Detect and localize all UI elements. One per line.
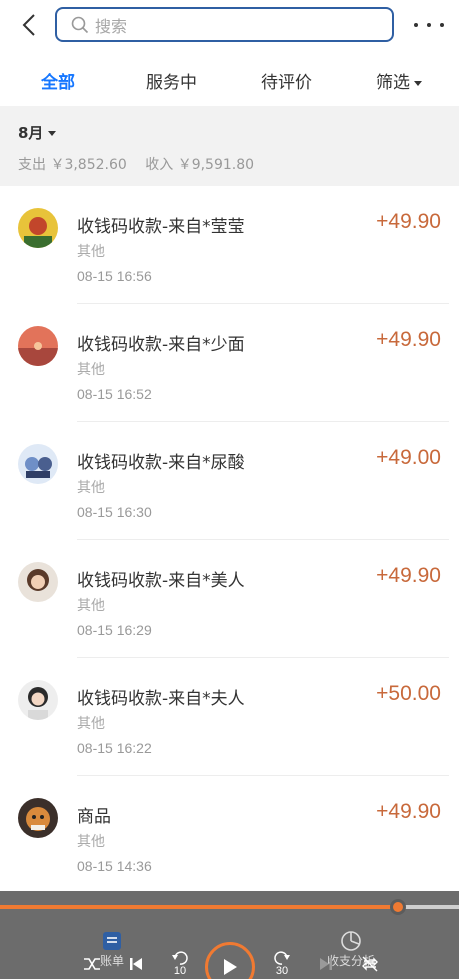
transaction-title: 收钱码收款-来自*夫人 (77, 689, 245, 709)
expense-total: 支出 ￥3,852.60 (18, 157, 127, 173)
transaction-time: 08-15 16:56 (77, 268, 152, 284)
transaction-amount: +49.90 (376, 564, 441, 587)
caret-down-icon (414, 80, 422, 86)
more-button[interactable] (414, 14, 444, 36)
transaction-amount: +50.00 (376, 682, 441, 705)
transaction-time: 08-15 16:52 (77, 386, 152, 402)
playback-progress-bar[interactable] (0, 899, 459, 915)
transaction-category: 其他 (77, 716, 105, 732)
tab-all[interactable]: 全部 (41, 68, 75, 93)
avatar (18, 326, 58, 366)
fast-forward-icon (274, 951, 290, 965)
transaction-amount: +49.90 (376, 328, 441, 351)
search-placeholder: 搜索 (95, 16, 128, 36)
avatar (18, 680, 58, 720)
skip-previous-icon (130, 958, 142, 970)
transaction-row[interactable]: 收钱码收款-来自*少面 其他 08-15 16:52 +49.90 (0, 304, 459, 422)
transaction-title: 收钱码收款-来自*尿酸 (77, 453, 245, 473)
rewind-icon (172, 951, 188, 965)
transaction-row[interactable]: 收钱码收款-来自*莹莹 其他 08-15 16:56 +49.90 (0, 186, 459, 304)
transaction-amount: +49.00 (376, 446, 441, 469)
transaction-amount: +49.90 (376, 210, 441, 233)
transaction-row[interactable]: 收钱码收款-来自*尿酸 其他 08-15 16:30 +49.00 (0, 422, 459, 540)
avatar (18, 798, 58, 838)
back-button[interactable] (16, 10, 42, 40)
repeat-off-button[interactable] (356, 950, 384, 978)
caret-down-icon (48, 131, 57, 136)
transaction-title: 收钱码收款-来自*少面 (77, 335, 245, 355)
transaction-time: 08-15 14:36 (77, 858, 152, 874)
rewind-label: 10 (173, 965, 187, 977)
month-totals: 支出 ￥3,852.60 收入 ￥9,591.80 (18, 154, 268, 174)
next-button[interactable] (312, 950, 340, 978)
avatar (18, 208, 58, 248)
transaction-category: 其他 (77, 834, 105, 850)
income-total: 收入 ￥9,591.80 (145, 157, 255, 173)
rewind-button[interactable]: 10 (166, 950, 194, 978)
transaction-category: 其他 (77, 598, 105, 614)
transaction-title: 收钱码收款-来自*美人 (77, 571, 245, 591)
pie-chart-icon (341, 931, 361, 951)
month-selector[interactable]: 8月 (18, 122, 57, 143)
forward-button[interactable]: 30 (268, 950, 296, 978)
transaction-time: 08-15 16:29 (77, 622, 152, 638)
month-summary: 8月 支出 ￥3,852.60 收入 ￥9,591.80 (0, 106, 459, 186)
skip-next-icon (320, 958, 332, 970)
transaction-category: 其他 (77, 480, 105, 496)
search-input[interactable]: 搜索 (55, 7, 394, 42)
top-bar: 搜索 (0, 0, 459, 50)
transaction-time: 08-15 16:30 (77, 504, 152, 520)
transaction-amount: +49.90 (376, 800, 441, 823)
shuffle-icon (84, 958, 100, 970)
tab-filter[interactable]: 筛选 (376, 68, 422, 93)
forward-label: 30 (275, 965, 289, 977)
repeat-off-icon (362, 956, 378, 972)
progress-fill (0, 905, 399, 909)
transaction-title: 商品 (77, 807, 111, 827)
play-icon (224, 959, 237, 975)
filter-tabs: 全部 服务中 待评价 筛选 (0, 54, 459, 104)
transaction-row[interactable]: 商品 其他 08-15 14:36 +49.90 (0, 776, 459, 894)
transaction-title: 收钱码收款-来自*莹莹 (77, 217, 245, 237)
bill-icon (103, 932, 121, 950)
previous-button[interactable] (122, 950, 150, 978)
transaction-row[interactable]: 收钱码收款-来自*夫人 其他 08-15 16:22 +50.00 (0, 658, 459, 776)
progress-handle[interactable] (390, 899, 407, 915)
transaction-category: 其他 (77, 244, 105, 260)
tab-in-service[interactable]: 服务中 (146, 68, 197, 93)
transaction-category: 其他 (77, 362, 105, 378)
more-dots-icon (414, 23, 418, 27)
transaction-row[interactable]: 收钱码收款-来自*美人 其他 08-15 16:29 +49.90 (0, 540, 459, 658)
chevron-left-icon (22, 14, 35, 36)
search-icon (71, 16, 89, 33)
avatar (18, 562, 58, 602)
shuffle-button[interactable] (78, 950, 106, 978)
transaction-time: 08-15 16:22 (77, 740, 152, 756)
tab-to-review[interactable]: 待评价 (261, 68, 312, 93)
avatar (18, 444, 58, 484)
